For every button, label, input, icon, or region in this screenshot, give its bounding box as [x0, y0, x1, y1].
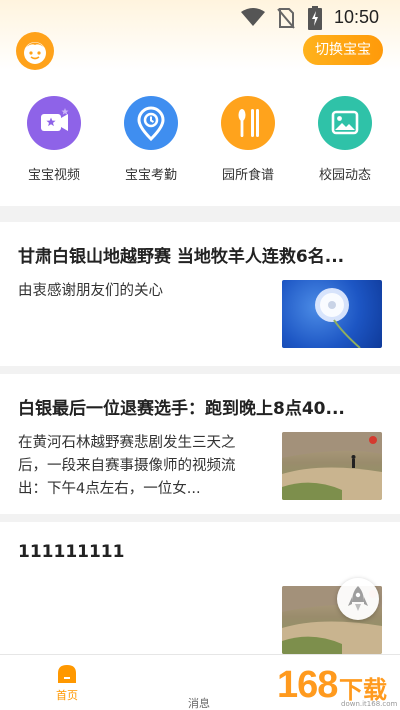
watermark-url: down.it168.com: [341, 700, 398, 708]
article-summary: 由衷感谢朋友们的关心: [18, 283, 163, 299]
picture-icon: [318, 96, 372, 150]
menu-label: 宝宝视频: [27, 168, 80, 183]
status-bar: 10:50: [0, 0, 400, 34]
video-icon: [27, 96, 81, 150]
back-to-top-button[interactable]: [337, 578, 379, 620]
article-title: 111111111: [18, 542, 125, 562]
clock-time: 10:50: [334, 7, 380, 27]
nav-messages-label: 消息: [188, 697, 210, 710]
app-header: 10:50 切换宝宝 宝宝视频 宝宝考勤 园所食谱 校园动态: [0, 0, 400, 206]
wifi-icon: [241, 8, 265, 26]
nav-home-label: 首页: [56, 689, 78, 702]
watermark-logo: 168 下载 down.it168.com: [255, 664, 400, 710]
menu-campus-news[interactable]: 校园动态: [305, 96, 385, 183]
no-sim-icon: [277, 8, 295, 29]
article-card[interactable]: 白银最后一位退赛选手：跑到晚上8点40... 在黄河石林越野赛悲剧发生三天之后，…: [0, 374, 400, 514]
menu-baby-video[interactable]: 宝宝视频: [14, 96, 94, 183]
nav-tab-home[interactable]: 首页: [37, 663, 97, 703]
menu-school-recipe[interactable]: 园所食谱: [208, 96, 288, 183]
switch-baby-button[interactable]: 切换宝宝: [303, 35, 383, 65]
baby-face-icon: [24, 42, 46, 64]
rocket-icon: [348, 586, 368, 611]
dandelion-image: [282, 280, 382, 348]
clock-pin-icon: [124, 96, 178, 150]
article-summary: 在黄河石林越野赛悲剧发生三天之后，一段来自赛事摄像师的视频流出：下午4点左右，一…: [18, 435, 236, 497]
menu-baby-attendance[interactable]: 宝宝考勤: [111, 96, 191, 183]
article-card[interactable]: 甘肃白银山地越野赛 当地牧羊人连救6名... 由衷感谢朋友们的关心: [0, 222, 400, 366]
article-title: 白银最后一位退赛选手：跑到晚上8点40...: [18, 399, 345, 419]
battery-charging-icon: [308, 6, 322, 30]
utensils-icon: [221, 96, 275, 150]
baby-avatar[interactable]: [16, 32, 54, 70]
watermark-number: 168: [277, 664, 338, 706]
menu-label: 园所食谱: [221, 168, 274, 183]
article-title: 甘肃白银山地越野赛 当地牧羊人连救6名...: [18, 247, 345, 267]
menu-label: 宝宝考勤: [124, 168, 177, 183]
trail-runner-image: [282, 432, 382, 500]
home-icon: [58, 665, 76, 683]
menu-label: 校园动态: [318, 168, 371, 183]
